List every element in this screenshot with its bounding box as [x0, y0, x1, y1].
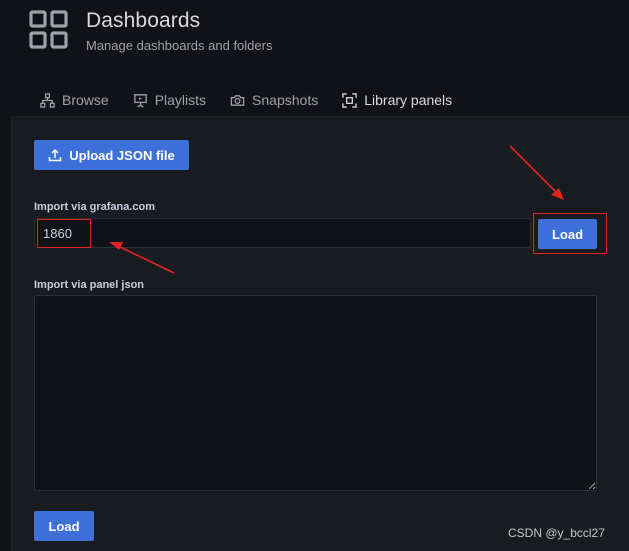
panel-json-load-button[interactable]: Load — [34, 511, 94, 541]
library-panel-icon — [342, 92, 357, 108]
page-title: Dashboards — [86, 9, 201, 32]
panel-json-textarea[interactable] — [34, 295, 597, 491]
presentation-icon — [133, 93, 147, 108]
upload-json-label: Upload JSON file — [69, 147, 175, 163]
tab-label: Browse — [62, 92, 109, 108]
dashboards-grid-icon — [29, 10, 68, 49]
watermark: CSDN @y_bccl27 — [508, 526, 605, 540]
tab-label: Snapshots — [252, 92, 319, 108]
sitemap-icon — [40, 92, 55, 108]
page-subtitle: Manage dashboards and folders — [86, 38, 273, 53]
load-label: Load — [48, 518, 80, 534]
tab-library-panels[interactable]: Library panels — [330, 84, 465, 118]
upload-json-button[interactable]: Upload JSON file — [34, 140, 189, 170]
load-label: Load — [551, 226, 584, 242]
grafana-com-label: Import via grafana.com — [34, 201, 156, 213]
panel-json-label: Import via panel json — [34, 279, 145, 291]
grafana-com-load-button[interactable]: Load — [538, 219, 597, 249]
tab-label: Library panels — [364, 92, 453, 108]
upload-icon — [49, 148, 62, 162]
tab-browse[interactable]: Browse — [28, 84, 121, 116]
tab-playlists[interactable]: Playlists — [121, 84, 218, 116]
tab-bar: Browse Playlists Snapshots Library panel… — [28, 84, 465, 118]
tab-snapshots[interactable]: Snapshots — [218, 84, 330, 116]
camera-icon — [230, 94, 245, 106]
dashboards-page: Dashboards Manage dashboards and folders… — [0, 0, 629, 551]
grafana-com-input[interactable] — [34, 218, 531, 248]
tab-label: Playlists — [154, 92, 207, 108]
